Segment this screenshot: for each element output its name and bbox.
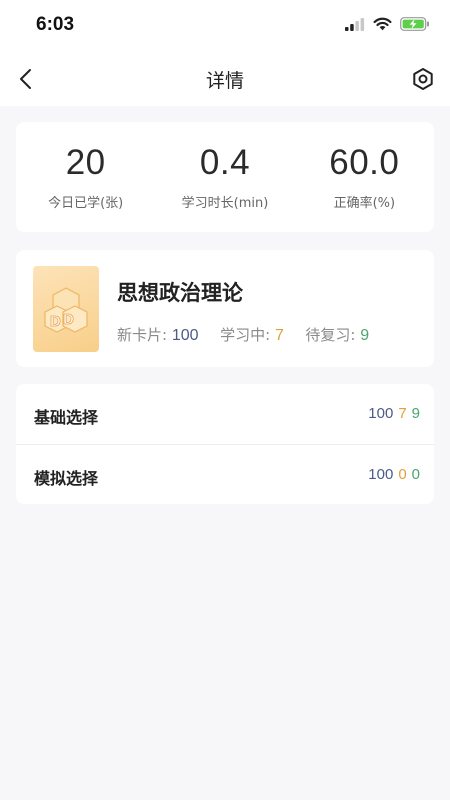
signal-icon	[345, 17, 365, 31]
stat-value: 60.0	[329, 143, 400, 182]
section-counts: 100 0 0	[368, 466, 420, 483]
learning-label: 学习中:	[220, 326, 271, 344]
new-cards-count: 100	[171, 327, 199, 344]
stat-label: 正确率(%)	[333, 196, 396, 211]
section-new-count: 100	[368, 405, 394, 422]
wifi-icon	[373, 17, 392, 31]
stat-value: 20	[65, 143, 106, 182]
deck-title: 思想政治理论	[117, 281, 243, 305]
section-new-count: 100	[368, 466, 394, 483]
section-review-count: 0	[411, 466, 420, 483]
stat-label: 今日已学(张)	[48, 196, 124, 211]
status-time: 6:03	[36, 14, 75, 35]
deck-card[interactable]: D D 思想政治理论 新卡片: 100 学习中: 7 待复习: 9	[16, 250, 434, 367]
review-count: 9	[360, 327, 370, 344]
learning-count: 7	[274, 327, 284, 344]
status-bar: 6:03	[0, 0, 450, 52]
section-label: 基础选择	[34, 408, 99, 427]
status-icons	[345, 17, 430, 31]
deck-stats: 新卡片: 100 学习中: 7 待复习: 9	[117, 324, 369, 345]
stat-study-duration: 0.4 学习时长(min)	[155, 122, 294, 232]
new-cards-label: 新卡片:	[117, 326, 168, 344]
section-learning-count: 0	[398, 466, 407, 483]
svg-text:D: D	[50, 313, 61, 330]
page-title: 详情	[205, 70, 244, 92]
deck-cover: D D	[33, 266, 99, 352]
stat-value: 0.4	[199, 143, 251, 182]
battery-charging-icon	[400, 17, 429, 31]
list-item-basic-choice[interactable]: 基础选择 100 7 9	[16, 384, 434, 444]
stat-label: 学习时长(min)	[181, 196, 269, 211]
section-label: 模拟选择	[34, 469, 99, 488]
svg-text:D: D	[63, 311, 74, 328]
section-learning-count: 7	[398, 405, 407, 422]
section-list: 基础选择 100 7 9 模拟选择 100 0 0	[16, 384, 434, 504]
detail-page: 6:03 详情 20 今日已学(张) 0.4 学习时长(min) 60.0 正确…	[0, 0, 450, 800]
settings-icon[interactable]	[410, 66, 436, 92]
review-label: 待复习:	[305, 326, 356, 344]
stat-accuracy: 60.0 正确率(%)	[295, 122, 434, 232]
deck-logo-icon: D D	[44, 287, 88, 333]
stats-card: 20 今日已学(张) 0.4 学习时长(min) 60.0 正确率(%)	[16, 122, 434, 232]
section-review-count: 9	[411, 405, 420, 422]
section-counts: 100 7 9	[368, 405, 420, 422]
nav-bar: 详情	[0, 52, 450, 106]
stat-today-learned: 20 今日已学(张)	[16, 122, 155, 232]
list-item-mock-choice[interactable]: 模拟选择 100 0 0	[16, 444, 434, 504]
